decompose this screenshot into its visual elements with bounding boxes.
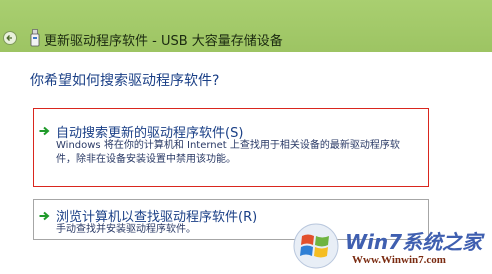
auto-search-description: Windows 将在你的计算机和 Internet 上查找用于相关设备的最新驱动… (56, 140, 400, 165)
watermark-url: Www.Winwin7.com (352, 254, 446, 266)
back-button[interactable] (3, 31, 17, 45)
browse-computer-description: 手动查找并安装驱动程序软件。 (56, 224, 196, 235)
green-arrow-icon (39, 211, 50, 221)
watermark: Win7系统之家 Www.Winwin7.com (290, 218, 492, 274)
auto-search-option[interactable]: 自动搜索更新的驱动程序软件(S) Windows 将在你的计算机和 Intern… (33, 108, 429, 187)
green-arrow-icon (39, 126, 50, 136)
windows-logo-icon (293, 223, 339, 269)
usb-device-icon (30, 29, 40, 47)
back-arrow-icon (6, 35, 12, 41)
title-bar: 更新驱动程序软件 - USB 大容量存储设备 (0, 0, 492, 52)
watermark-brand: Win7系统之家 (345, 230, 483, 254)
page-question: 你希望如何搜索驱动程序软件? (30, 73, 220, 89)
window-title: 更新驱动程序软件 - USB 大容量存储设备 (44, 34, 283, 49)
